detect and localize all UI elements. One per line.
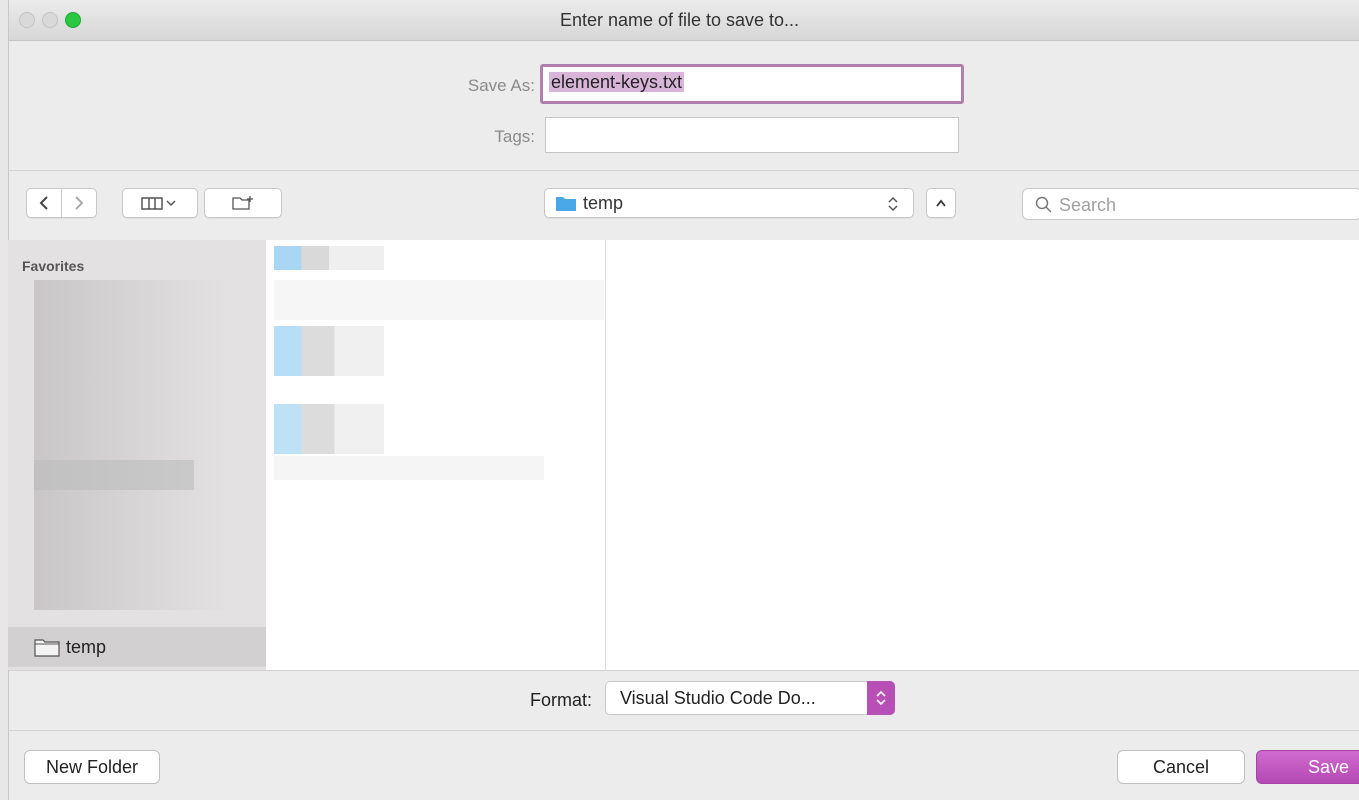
chevron-updown-icon: [888, 196, 898, 212]
blurred-file-row: [274, 456, 544, 480]
expand-collapse-button[interactable]: [926, 188, 956, 218]
back-button[interactable]: [26, 188, 62, 218]
save-as-label: Save As:: [467, 76, 535, 95]
folder-plus-icon: [232, 196, 253, 210]
new-folder-button[interactable]: New Folder: [24, 750, 160, 784]
save-as-field[interactable]: element-keys.txt: [540, 64, 964, 104]
tags-label: Tags:: [494, 127, 535, 146]
blurred-sidebar-item: [34, 460, 194, 490]
file-list-column[interactable]: [266, 240, 606, 670]
view-mode-button[interactable]: [122, 188, 198, 218]
separator: [8, 670, 1359, 671]
location-popup[interactable]: temp: [544, 188, 914, 218]
blurred-file-row: [274, 326, 384, 376]
window-title: Enter name of file to save to...: [559, 10, 800, 30]
new-folder-toolbar-button[interactable]: [204, 188, 282, 218]
preview-column: [606, 240, 1359, 670]
location-label: temp: [583, 192, 624, 213]
sidebar-item-label: temp: [66, 637, 107, 657]
search-icon: [1035, 196, 1052, 213]
folder-icon: [34, 639, 60, 657]
search-field[interactable]: Search: [1022, 188, 1359, 220]
chevron-right-icon: [75, 196, 84, 210]
chevron-updown-icon: [867, 681, 895, 715]
column-view-icon: [141, 197, 176, 210]
save-button[interactable]: Save: [1256, 750, 1359, 784]
chevron-left-icon: [39, 196, 48, 210]
sidebar: Favorites temp: [8, 240, 266, 670]
tags-field[interactable]: [545, 117, 959, 153]
separator: [8, 170, 1359, 171]
cancel-button[interactable]: Cancel: [1117, 750, 1245, 784]
chevron-up-icon: [936, 199, 946, 207]
folder-icon: [556, 197, 576, 211]
format-popup[interactable]: Visual Studio Code Do...: [605, 681, 895, 715]
save-as-value: element-keys.txt: [549, 72, 685, 92]
forward-button[interactable]: [61, 188, 97, 218]
sidebar-section-title: Favorites: [22, 258, 85, 274]
blurred-file-row: [274, 280, 604, 320]
blurred-file-row: [274, 246, 384, 270]
separator: [8, 730, 1359, 731]
format-value: Visual Studio Code Do...: [620, 688, 816, 708]
format-label: Format:: [529, 690, 592, 710]
sidebar-item-temp[interactable]: temp: [8, 627, 266, 667]
blurred-sidebar-items: [34, 280, 224, 610]
search-placeholder: Search: [1059, 195, 1117, 215]
blurred-file-row: [274, 404, 384, 454]
